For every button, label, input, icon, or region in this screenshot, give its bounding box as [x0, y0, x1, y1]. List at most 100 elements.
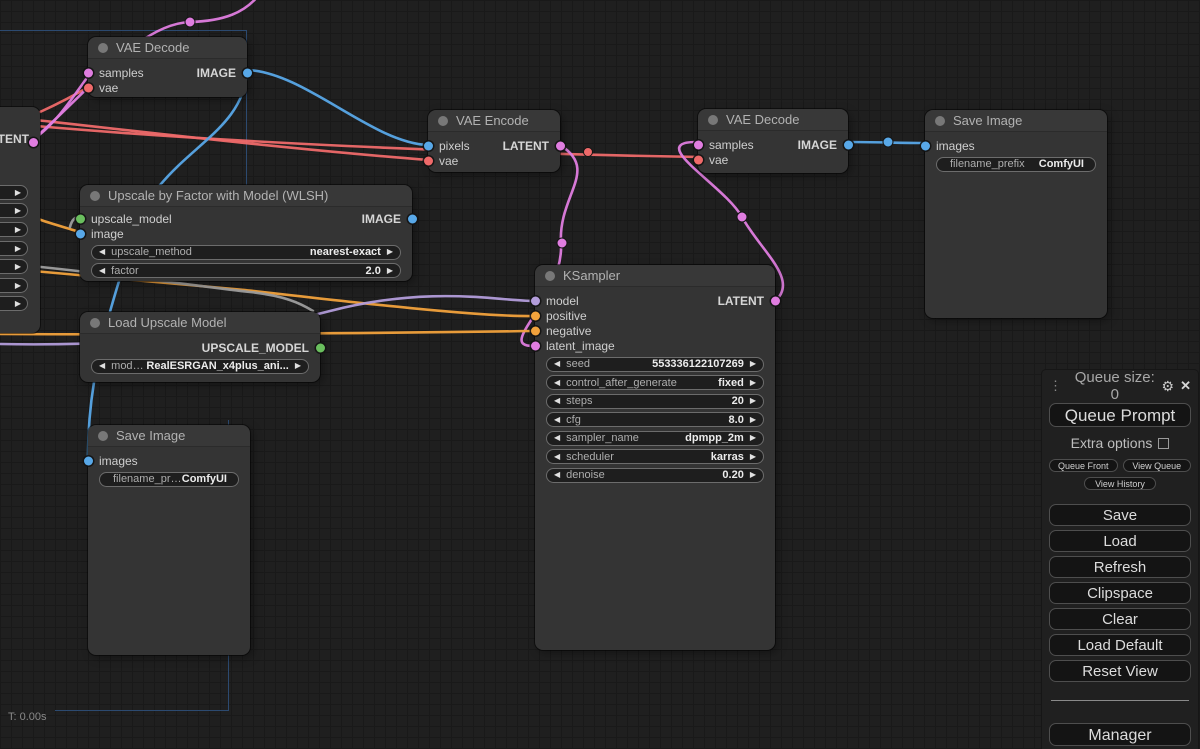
queue-front-button[interactable]: Queue Front [1049, 459, 1118, 472]
input-port-samples[interactable] [83, 68, 93, 77]
stepper-right-icon[interactable]: ▶ [15, 281, 21, 290]
widget-upscale-method[interactable]: ◀ upscale_method nearest-exact ▶ [91, 244, 401, 260]
stepper-right-icon[interactable]: ▶ [15, 206, 21, 215]
input-port-negative[interactable] [530, 326, 540, 335]
widget-stub[interactable]: ▶ [0, 203, 28, 218]
widget-stub[interactable]: ▶ [0, 185, 28, 200]
stepper-right-icon[interactable]: ▶ [750, 471, 756, 479]
node-vae-encode[interactable]: VAE Encode pixels LATENT vae [423, 110, 565, 172]
output-port-latent[interactable] [770, 296, 780, 305]
stepper-right-icon[interactable]: ▶ [387, 248, 393, 256]
drag-handle-icon[interactable]: ⋮ [1049, 378, 1062, 394]
extra-options-checkbox[interactable] [1158, 437, 1170, 449]
node-ksampler[interactable]: KSampler model LATENT positive negative l… [530, 265, 780, 650]
collapse-dot-icon[interactable] [90, 317, 100, 328]
link-midpoint-dot[interactable] [736, 211, 748, 223]
node-upscale-wlsh[interactable]: Upscale by Factor with Model (WLSH) upsc… [75, 185, 417, 281]
widget-stub[interactable]: ▶ [0, 241, 28, 256]
widget-sampler-name[interactable]: ◀ sampler_name dpmpp_2m ▶ [546, 430, 764, 446]
input-port-images[interactable] [83, 456, 93, 465]
input-port-vae[interactable] [83, 83, 93, 92]
stepper-left-icon[interactable]: ◀ [554, 360, 560, 368]
link-midpoint-dot[interactable] [882, 136, 894, 148]
collapse-dot-icon[interactable] [935, 115, 945, 126]
stepper-left-icon[interactable]: ◀ [99, 362, 105, 370]
manager-button[interactable]: Manager [1049, 723, 1191, 746]
reset-view-button[interactable]: Reset View [1049, 660, 1191, 682]
node-title-bar[interactable]: VAE Encode [428, 110, 560, 132]
node-load-upscale-model[interactable]: Load Upscale Model UPSCALE_MODEL ◀ model_… [80, 312, 325, 382]
stepper-right-icon[interactable]: ▶ [750, 397, 756, 405]
widget-filename-prefix[interactable]: filename_prefix ComfyUI [99, 471, 239, 487]
stepper-right-icon[interactable]: ▶ [15, 188, 21, 197]
node-title-bar[interactable]: Load Upscale Model [80, 312, 320, 334]
view-history-button[interactable]: View History [1084, 477, 1156, 490]
widget-control-after-generate[interactable]: ◀ control_after_generate fixed ▶ [546, 375, 764, 390]
input-port-image[interactable] [75, 229, 85, 238]
load-button[interactable]: Load [1049, 530, 1191, 552]
stepper-right-icon[interactable]: ▶ [15, 225, 21, 234]
link-midpoint-dot[interactable] [556, 237, 568, 249]
wire-image-to-pixels[interactable] [245, 68, 430, 147]
stepper-right-icon[interactable]: ▶ [387, 266, 393, 275]
stepper-right-icon[interactable]: ▶ [750, 452, 756, 461]
widget-stub[interactable]: ▶ [0, 259, 28, 274]
queue-prompt-button[interactable]: Queue Prompt [1049, 403, 1191, 427]
collapse-dot-icon[interactable] [98, 430, 108, 441]
input-port-latent-image[interactable] [530, 341, 540, 350]
load-default-button[interactable]: Load Default [1049, 634, 1191, 656]
stepper-right-icon[interactable]: ▶ [750, 378, 756, 387]
input-port-pixels[interactable] [423, 141, 433, 150]
stepper-right-icon[interactable]: ▶ [750, 434, 756, 442]
stepper-left-icon[interactable]: ◀ [554, 397, 560, 405]
stepper-left-icon[interactable]: ◀ [554, 434, 560, 442]
widget-steps[interactable]: ◀ steps 20 ▶ [546, 393, 764, 409]
node-save-image-r[interactable]: Save Image images filename_prefix ComfyUI [920, 110, 1107, 318]
stepper-right-icon[interactable]: ▶ [15, 299, 21, 308]
collapse-dot-icon[interactable] [545, 270, 555, 281]
output-port-latent[interactable] [29, 138, 38, 147]
stepper-right-icon[interactable]: ▶ [295, 362, 301, 370]
widget-model-name[interactable]: ◀ model_nameRealESRGAN_x4plus_ani... ▶ [91, 358, 309, 374]
settings-gear-icon[interactable]: ⚙ [1162, 378, 1175, 395]
node-vae-decode-tl[interactable]: VAE Decode samples IMAGE vae [83, 37, 252, 97]
collapse-dot-icon[interactable] [708, 114, 718, 125]
widget-denoise[interactable]: ◀ denoise 0.20 ▶ [546, 467, 764, 483]
close-icon[interactable]: ✕ [1180, 378, 1191, 394]
node-save-image-bl[interactable]: Save Image images filename_prefix ComfyUI [83, 425, 250, 655]
clear-button[interactable]: Clear [1049, 608, 1191, 630]
view-queue-button[interactable]: View Queue [1122, 459, 1191, 472]
stepper-right-icon[interactable]: ▶ [750, 415, 756, 424]
clipspace-button[interactable]: Clipspace [1049, 582, 1191, 604]
input-port-images[interactable] [920, 141, 930, 150]
node-title-bar[interactable]: VAE Decode [88, 37, 247, 59]
widget-cfg[interactable]: ◀ cfg 8.0 ▶ [546, 412, 764, 427]
output-port-image[interactable] [407, 214, 417, 223]
link-midpoint-dot[interactable] [184, 16, 196, 28]
stepper-left-icon[interactable]: ◀ [554, 452, 560, 461]
output-port-latent[interactable] [555, 141, 565, 150]
widget-seed[interactable]: ◀ seed 553336122107269 ▶ [546, 356, 764, 372]
stepper-left-icon[interactable]: ◀ [99, 266, 105, 275]
widget-factor[interactable]: ◀ factor 2.0 ▶ [91, 263, 401, 278]
widget-stub[interactable]: ▶ [0, 296, 28, 311]
input-port-vae[interactable] [693, 155, 703, 164]
input-port-samples[interactable] [693, 140, 703, 149]
widget-scheduler[interactable]: ◀ scheduler karras ▶ [546, 449, 764, 464]
node-partial-left[interactable]: LATENT ▶ ▶ ▶ ▶ ▶ ▶ ▶ [0, 107, 40, 333]
input-port-upscale-model[interactable] [75, 214, 85, 223]
collapse-dot-icon[interactable] [438, 115, 448, 126]
stepper-left-icon[interactable]: ◀ [554, 471, 560, 479]
refresh-button[interactable]: Refresh [1049, 556, 1191, 578]
stepper-right-icon[interactable]: ▶ [15, 244, 21, 253]
node-graph-canvas[interactable]: LATENT ▶ ▶ ▶ ▶ ▶ ▶ ▶ VAE Decode samples I… [0, 0, 1200, 749]
output-port-image[interactable] [843, 140, 853, 149]
output-port-upscale-model[interactable] [315, 343, 325, 352]
output-port-image[interactable] [242, 68, 252, 77]
stepper-left-icon[interactable]: ◀ [99, 248, 105, 256]
link-midpoint-dot[interactable] [583, 147, 593, 157]
input-port-positive[interactable] [530, 311, 540, 320]
collapse-dot-icon[interactable] [90, 190, 100, 201]
save-button[interactable]: Save [1049, 504, 1191, 526]
stepper-right-icon[interactable]: ▶ [750, 360, 756, 368]
